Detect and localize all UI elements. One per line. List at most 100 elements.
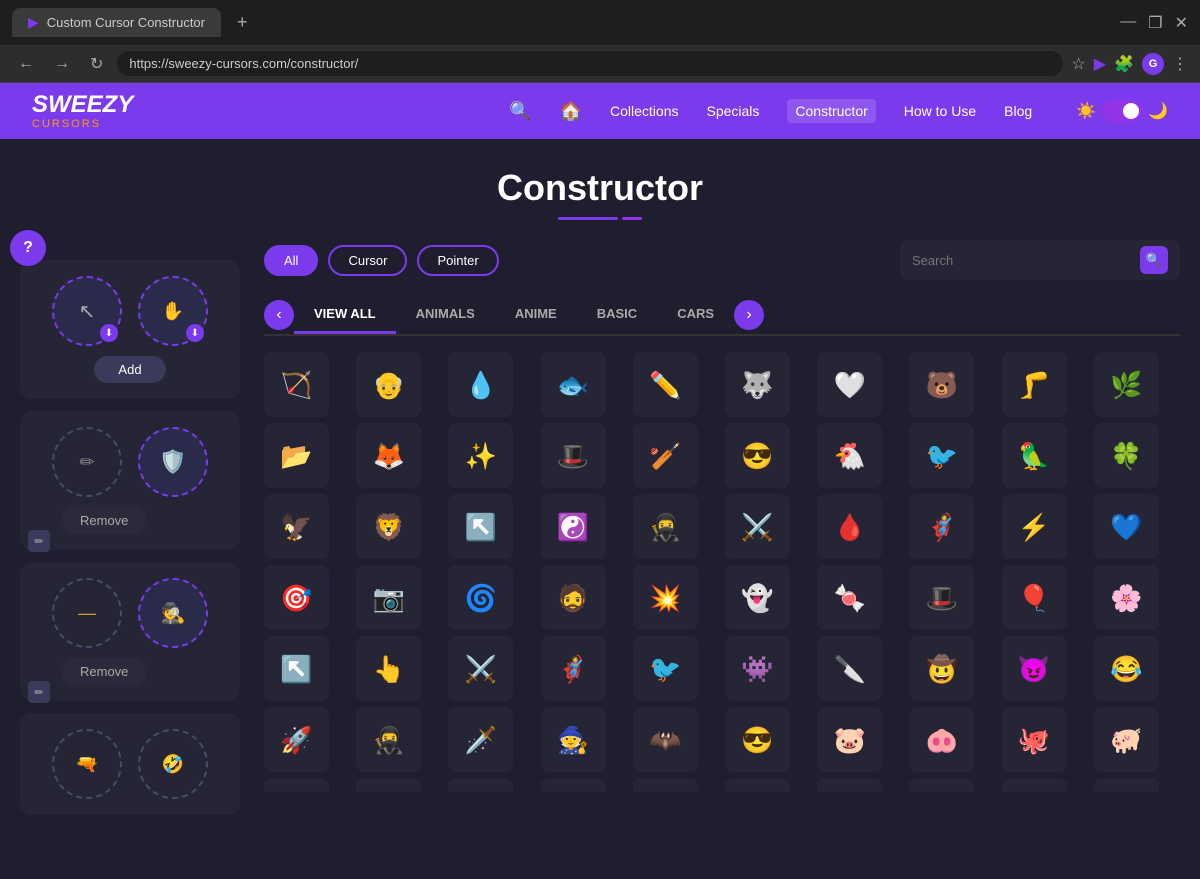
add-button[interactable]: Add (94, 356, 165, 383)
cursor-item[interactable]: 🐔 (817, 423, 882, 488)
cursor-item[interactable]: ✈️ (264, 778, 329, 792)
cursor-item[interactable]: 🏹 (264, 352, 329, 417)
cursor-item[interactable]: 👴 (356, 352, 421, 417)
cursor-item[interactable]: 🐹 (1002, 778, 1067, 792)
cursor-item[interactable]: 🐸 (909, 778, 974, 792)
cursor-slot-2b[interactable]: 🛡️ (138, 427, 208, 497)
cursor-item[interactable]: 🦵 (1002, 352, 1067, 417)
tab-animals[interactable]: ANIMALS (396, 296, 495, 334)
filter-all-button[interactable]: All (264, 245, 318, 276)
cursor-item[interactable]: 🤍 (817, 352, 882, 417)
menu-icon[interactable]: ⋮ (1172, 54, 1188, 74)
cursor-item[interactable]: 🐦 (633, 636, 698, 701)
specials-link[interactable]: Specials (706, 103, 759, 119)
back-button[interactable]: ← (12, 53, 40, 75)
search-icon[interactable]: 🔍 (1140, 246, 1168, 274)
cursor-item[interactable]: 🌀 (448, 565, 513, 630)
cursor-item[interactable]: 🗡️ (448, 707, 513, 772)
cursor-slot-4b[interactable]: 🤣 (138, 729, 208, 799)
browser-tab[interactable]: ▶ Custom Cursor Constructor (12, 8, 221, 37)
cursor-item[interactable]: 💙 (1094, 494, 1159, 559)
cursor-item[interactable]: 🐺 (725, 352, 790, 417)
cursor-item[interactable]: 🐦 (909, 423, 974, 488)
search-input[interactable] (912, 253, 1132, 268)
cursor-item[interactable]: 🐙 (1002, 707, 1067, 772)
cursor-item[interactable]: 👆 (356, 636, 421, 701)
filter-cursor-button[interactable]: Cursor (328, 245, 407, 276)
cursor-item[interactable]: 🎮 (1094, 778, 1159, 792)
reload-button[interactable]: ↻ (84, 52, 109, 76)
cursor-item[interactable]: 🎩 (541, 423, 606, 488)
new-tab-button[interactable]: + (229, 8, 256, 37)
cursor-item[interactable]: ✨ (448, 423, 513, 488)
cursor-slot-3b[interactable]: 🕵️ (138, 578, 208, 648)
cursor-item[interactable]: 🧙 (541, 707, 606, 772)
maximize-button[interactable]: ❐ (1148, 13, 1162, 33)
cursor-item[interactable]: 🌸 (1094, 565, 1159, 630)
cursor-item[interactable]: 🐻 (909, 352, 974, 417)
forward-button[interactable]: → (48, 53, 76, 75)
cursor-item[interactable]: 🎩 (909, 565, 974, 630)
tab-basic[interactable]: BASIC (577, 296, 657, 334)
cursor-item[interactable]: 🐖 (1094, 707, 1159, 772)
cursor-item[interactable]: 😂 (1094, 636, 1159, 701)
cursor-item[interactable]: ⚗️ (448, 778, 513, 792)
cursor-item[interactable]: 🤠 (909, 636, 974, 701)
cursor-item[interactable]: 🎯 (264, 565, 329, 630)
cursor-item[interactable]: 🧝 (541, 778, 606, 792)
collections-link[interactable]: Collections (610, 103, 678, 119)
remove-button-2[interactable]: Remove (60, 658, 148, 685)
cursor-item[interactable]: ⚔️ (448, 636, 513, 701)
cursor-item[interactable]: 🦹 (633, 778, 698, 792)
tab-view-all[interactable]: VIEW ALL (294, 296, 396, 334)
cursor-item[interactable]: 📷 (356, 565, 421, 630)
close-button[interactable]: ✕ (1175, 13, 1188, 33)
cursor-item[interactable]: ⚡ (1002, 494, 1067, 559)
cursor-item[interactable]: 👻 (725, 565, 790, 630)
theme-toggle[interactable]: ☀️ 🌙 (1076, 100, 1168, 122)
cursor-item[interactable]: 💥 (633, 565, 698, 630)
edit-icon-2[interactable]: ✏ (28, 681, 50, 703)
cursor-item[interactable]: ↖️ (264, 636, 329, 701)
cursor-item[interactable]: 😈 (1002, 636, 1067, 701)
blog-link[interactable]: Blog (1004, 103, 1032, 119)
cursor-item[interactable]: 🦅 (264, 494, 329, 559)
cursor-item[interactable]: 🍬 (817, 565, 882, 630)
dark-mode-toggle[interactable] (1102, 100, 1142, 122)
cursor-item[interactable]: 🕵️ (356, 778, 421, 792)
cursor-item[interactable]: ↖️ (448, 494, 513, 559)
cursor-item[interactable]: 🎈 (1002, 565, 1067, 630)
cursor-item[interactable]: 💧 (448, 352, 513, 417)
category-prev-button[interactable]: ‹ (264, 300, 294, 330)
cursor-item[interactable]: 🩸 (817, 494, 882, 559)
cursor-item[interactable]: 🦜 (1002, 423, 1067, 488)
cursor-item[interactable]: 🤖 (817, 778, 882, 792)
cursor-item[interactable]: 🔪 (817, 636, 882, 701)
tab-cars[interactable]: CARS (657, 296, 734, 334)
remove-button-1[interactable]: Remove (60, 507, 148, 534)
cursor-item[interactable]: 😎 (725, 707, 790, 772)
tab-anime[interactable]: ANIME (495, 296, 577, 334)
search-nav-icon[interactable]: 🔍 (509, 101, 531, 122)
home-nav-icon[interactable]: 🏠 (560, 101, 582, 122)
cursor-slot-3a[interactable]: — (52, 578, 122, 648)
cursor-item[interactable]: 🦸 (909, 494, 974, 559)
minimize-button[interactable]: — (1120, 13, 1136, 33)
cursor-item[interactable]: 👾 (725, 636, 790, 701)
cursor-item[interactable]: 📂 (264, 423, 329, 488)
profile-button[interactable]: G (1142, 53, 1164, 75)
help-button[interactable]: ? (10, 230, 46, 266)
cursor-item[interactable]: ⚔️ (725, 494, 790, 559)
extensions-icon[interactable]: 🧩 (1114, 54, 1134, 74)
cursor-item[interactable]: 🏏 (633, 423, 698, 488)
cursor-item[interactable]: 🚀 (264, 707, 329, 772)
constructor-link[interactable]: Constructor (787, 99, 875, 123)
cursor-item[interactable]: ☯️ (541, 494, 606, 559)
cursor-slot-2a[interactable]: ✏ (52, 427, 122, 497)
cursor-item[interactable]: 👩 (725, 778, 790, 792)
cursor-item[interactable]: 🦇 (633, 707, 698, 772)
cursor-item[interactable]: 🐷 (817, 707, 882, 772)
cursor-item[interactable]: 🧔 (541, 565, 606, 630)
cursor-item[interactable]: 🍀 (1094, 423, 1159, 488)
cursor-item[interactable]: 🦊 (356, 423, 421, 488)
